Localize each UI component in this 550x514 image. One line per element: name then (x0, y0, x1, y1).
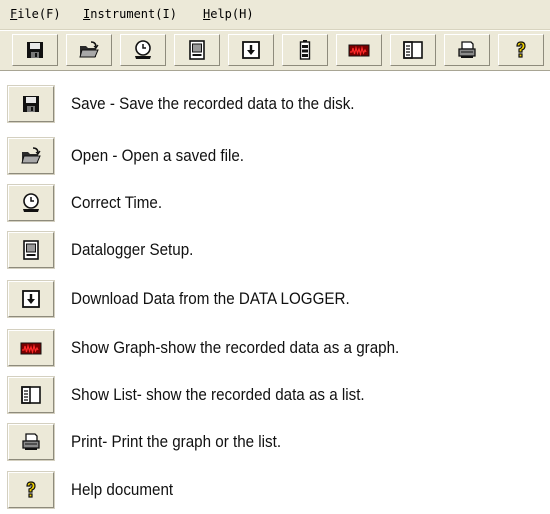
toolbar-datalogger-setup-button[interactable] (174, 34, 220, 66)
toolbar-battery-button[interactable] (282, 34, 328, 66)
toolbar-open-button[interactable] (66, 34, 112, 66)
legend-show-list-button[interactable] (8, 377, 54, 413)
menu-help[interactable]: Help(H) (203, 7, 254, 21)
legend-save-button[interactable] (8, 86, 54, 122)
legend-open-button[interactable] (8, 138, 54, 174)
legend-open-text: Open - Open a saved file. (71, 147, 244, 165)
graph-icon (348, 44, 370, 57)
toolbar-show-graph-button[interactable] (336, 34, 382, 66)
save-icon (27, 42, 43, 58)
save-icon (23, 96, 39, 112)
battery-icon (299, 40, 311, 60)
legend-correct-time-button[interactable] (8, 185, 54, 221)
legend-show-graph-text: Show Graph-show the recorded data as a g… (71, 339, 400, 357)
legend-correct-time-text: Correct Time. (71, 194, 163, 212)
toolbar-correct-time-button[interactable] (120, 34, 166, 66)
legend-print-text: Print- Print the graph or the list. (71, 433, 282, 451)
printer-icon (458, 41, 476, 58)
download-icon (242, 41, 260, 59)
datalogger-icon (23, 240, 39, 260)
toolbar-download-button[interactable] (228, 34, 274, 66)
toolbar-print-button[interactable] (444, 34, 490, 66)
help-icon (516, 41, 526, 58)
help-icon (26, 481, 36, 498)
datalogger-icon (189, 40, 205, 60)
download-icon (22, 290, 40, 308)
toolbar (0, 30, 550, 71)
clock-icon (135, 40, 151, 59)
menu-instrument[interactable]: Instrument(I) (83, 7, 177, 21)
clock-icon (23, 193, 39, 212)
legend-help-button[interactable] (8, 472, 54, 508)
menu-bar: File(F) Instrument(I) Help(H) (0, 0, 550, 30)
legend-show-graph-button[interactable] (8, 330, 54, 366)
printer-icon (22, 433, 40, 450)
graph-icon (20, 342, 42, 355)
toolbar-show-list-button[interactable] (390, 34, 436, 66)
toolbar-help-button[interactable] (498, 34, 544, 66)
open-folder-icon (21, 147, 41, 164)
legend-datalogger-setup-button[interactable] (8, 232, 54, 268)
legend-print-button[interactable] (8, 424, 54, 460)
legend-show-list-text: Show List- show the recorded data as a l… (71, 386, 365, 404)
legend-download-text: Download Data from the DATA LOGGER. (71, 290, 350, 308)
menu-file[interactable]: File(F) (10, 7, 61, 21)
open-folder-icon (79, 41, 99, 58)
legend-datalogger-setup-text: Datalogger Setup. (71, 241, 194, 259)
list-icon (403, 41, 423, 59)
legend-help-text: Help document (71, 481, 174, 499)
toolbar-save-button[interactable] (12, 34, 58, 66)
legend-download-button[interactable] (8, 281, 54, 317)
list-icon (21, 386, 41, 404)
legend-save-text: Save - Save the recorded data to the dis… (71, 95, 355, 113)
